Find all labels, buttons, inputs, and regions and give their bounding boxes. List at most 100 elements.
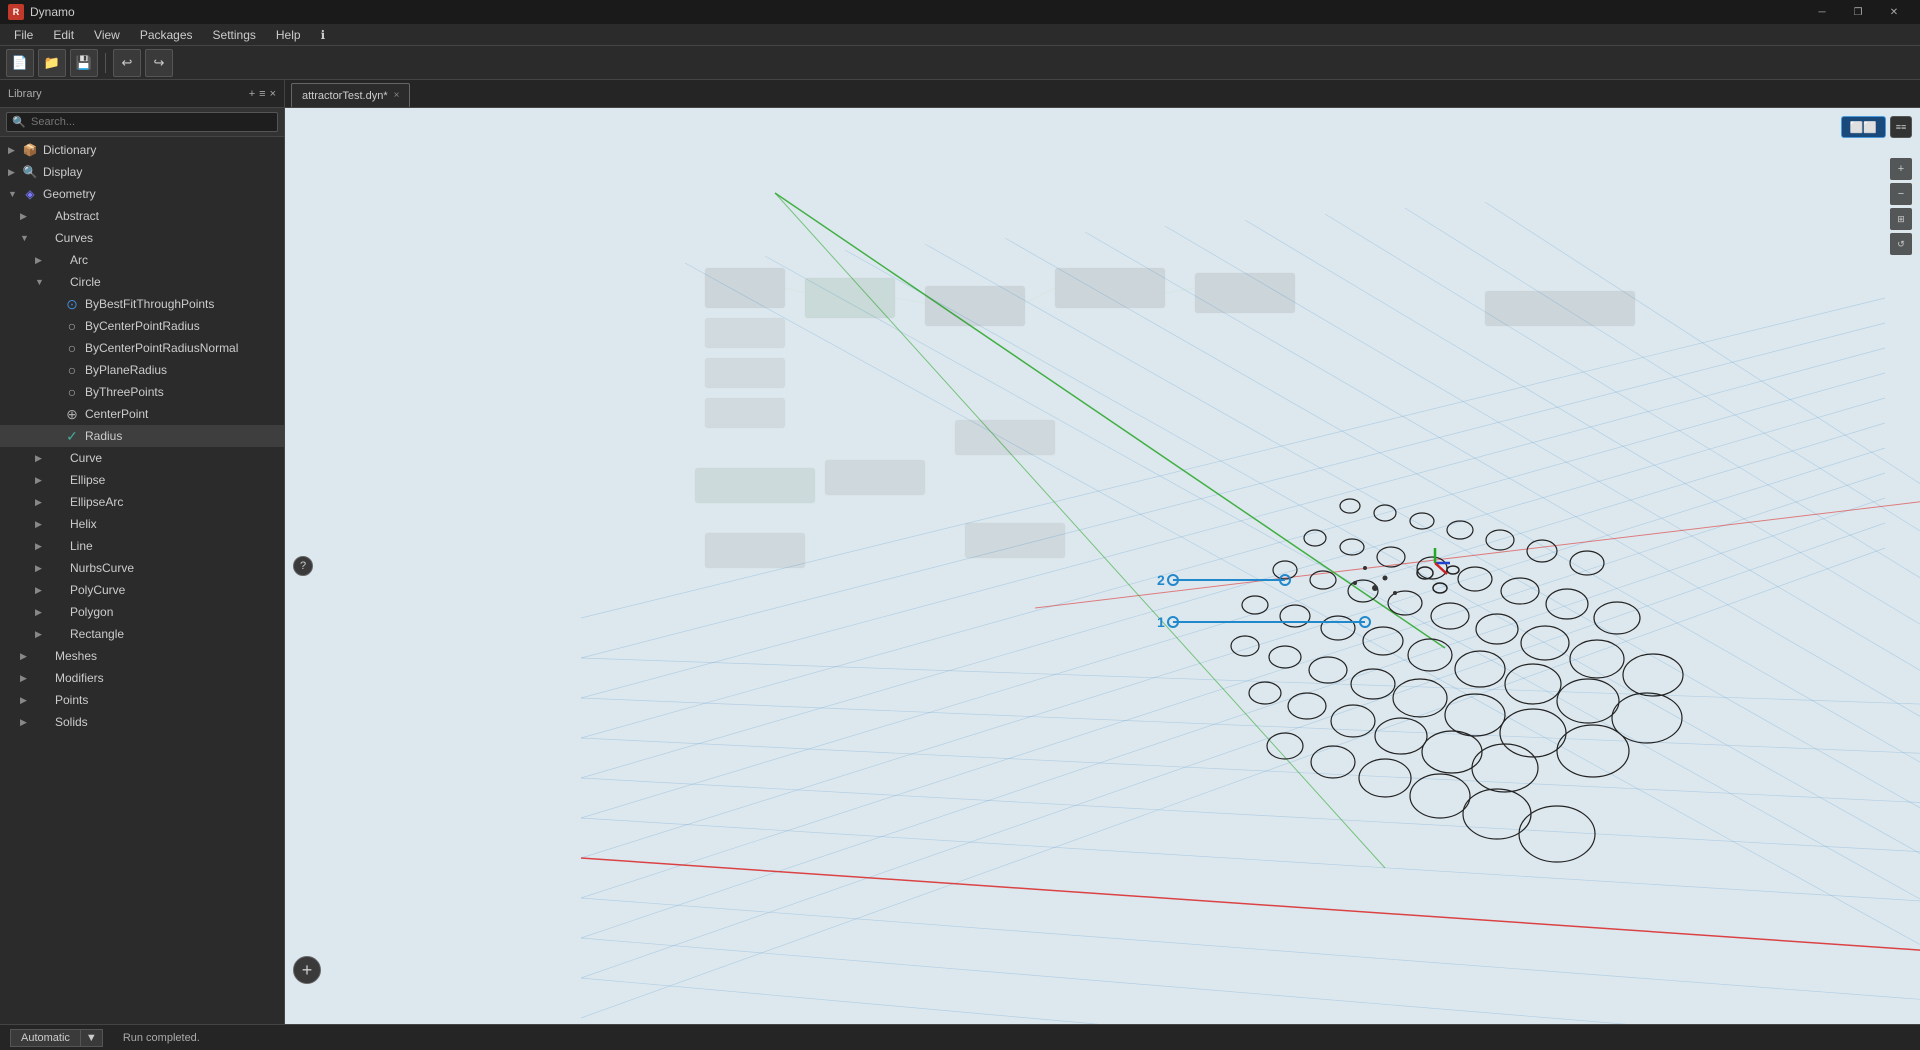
menu-packages[interactable]: Packages	[130, 26, 203, 44]
titlebar: R Dynamo ─ ❐ ✕	[0, 0, 1920, 24]
tree-label-rectangle: Rectangle	[70, 627, 124, 641]
tree-item-solids[interactable]: ▶ Solids	[0, 711, 284, 733]
menu-edit[interactable]: Edit	[43, 26, 84, 44]
tree-item-circle[interactable]: ▼ Circle	[0, 271, 284, 293]
arrow-icon: ▼	[35, 277, 47, 287]
method-icon: ○	[64, 340, 80, 356]
rotate-view-button[interactable]: ↺	[1890, 233, 1912, 255]
arrow-icon: ▶	[20, 673, 32, 684]
tree-item-bybfit[interactable]: ⊙ ByBestFitThroughPoints	[0, 293, 284, 315]
tree-item-line[interactable]: ▶ Line	[0, 535, 284, 557]
circle-icon	[49, 274, 65, 290]
tree-item-radius[interactable]: ✓ Radius	[0, 425, 284, 447]
tree-label-display: Display	[43, 165, 82, 179]
tree-label-meshes: Meshes	[55, 649, 97, 663]
tree-label-bybfit: ByBestFitThroughPoints	[85, 297, 214, 311]
tree-label-polycurve: PolyCurve	[70, 583, 125, 597]
run-status: Run completed.	[123, 1032, 200, 1044]
save-button[interactable]: 💾	[70, 49, 98, 77]
tree-item-polygon[interactable]: ▶ Polygon	[0, 601, 284, 623]
tree-item-nurbscurve[interactable]: ▶ NurbsCurve	[0, 557, 284, 579]
arrow-icon: ▶	[35, 629, 47, 640]
run-mode-button[interactable]: Automatic	[10, 1029, 80, 1047]
prop-selected-icon: ✓	[64, 428, 80, 444]
window-controls: ─ ❐ ✕	[1804, 0, 1912, 24]
menubar: File Edit View Packages Settings Help ℹ	[0, 24, 1920, 46]
run-mode-dropdown[interactable]: ▼	[80, 1029, 103, 1047]
redo-button[interactable]: ↪	[145, 49, 173, 77]
tree-item-ellipse[interactable]: ▶ Ellipse	[0, 469, 284, 491]
tree-item-curves[interactable]: ▼ Curves	[0, 227, 284, 249]
tree-item-polycurve[interactable]: ▶ PolyCurve	[0, 579, 284, 601]
menu-info[interactable]: ℹ	[311, 26, 336, 44]
polygon-icon	[49, 604, 65, 620]
tab-attractor[interactable]: attractorTest.dyn* ×	[291, 83, 410, 107]
tree-item-abstract[interactable]: ▶ Abstract	[0, 205, 284, 227]
tree-item-dictionary[interactable]: ▶ 📦 Dictionary	[0, 139, 284, 161]
close-button[interactable]: ✕	[1876, 0, 1912, 24]
new-button[interactable]: 📄	[6, 49, 34, 77]
method-icon: ○	[64, 384, 80, 400]
nurbs-icon	[49, 560, 65, 576]
tree-item-bycpr[interactable]: ○ ByCenterPointRadius	[0, 315, 284, 337]
lib-menu-btn[interactable]: ≡	[259, 88, 265, 100]
open-button[interactable]: 📁	[38, 49, 66, 77]
tree-item-ellipsearc[interactable]: ▶ EllipseArc	[0, 491, 284, 513]
modifiers-icon	[34, 670, 50, 686]
statusbar: Automatic ▼ Run completed.	[0, 1024, 1920, 1050]
tree-item-modifiers[interactable]: ▶ Modifiers	[0, 667, 284, 689]
arc-icon	[49, 252, 65, 268]
canvas-area[interactable]: 1 2	[285, 108, 1920, 1024]
dict-icon: 📦	[22, 142, 38, 158]
tree-item-centerpoint[interactable]: ⊕ CenterPoint	[0, 403, 284, 425]
abstract-icon	[34, 208, 50, 224]
help-button[interactable]: ?	[293, 556, 313, 576]
tree-item-arc[interactable]: ▶ Arc	[0, 249, 284, 271]
tree-label-centerpoint: CenterPoint	[85, 407, 148, 421]
menu-help[interactable]: Help	[266, 26, 311, 44]
tree-item-bypr[interactable]: ○ ByPlaneRadius	[0, 359, 284, 381]
toolbar-separator	[105, 53, 106, 73]
tree-item-helix[interactable]: ▶ Helix	[0, 513, 284, 535]
tree-item-bytp[interactable]: ○ ByThreePoints	[0, 381, 284, 403]
tree-item-points[interactable]: ▶ Points	[0, 689, 284, 711]
zoom-out-button[interactable]: −	[1890, 183, 1912, 205]
tree-item-display[interactable]: ▶ 🔍 Display	[0, 161, 284, 183]
display-icon: 🔍	[22, 164, 38, 180]
zoom-in-button[interactable]: +	[1890, 158, 1912, 180]
viewport-toolbar: ⬜⬜ ≡≡	[1841, 116, 1912, 138]
menu-settings[interactable]: Settings	[203, 26, 266, 44]
svg-text:2: 2	[1157, 572, 1165, 588]
run-controls: Automatic ▼	[10, 1029, 103, 1047]
svg-text:1: 1	[1157, 614, 1165, 630]
tree-item-meshes[interactable]: ▶ Meshes	[0, 645, 284, 667]
search-input[interactable]	[6, 112, 278, 132]
add-node-button[interactable]: +	[293, 956, 321, 984]
tree-label-solids: Solids	[55, 715, 88, 729]
fit-view-button[interactable]: ⊞	[1890, 208, 1912, 230]
tree-item-rectangle[interactable]: ▶ Rectangle	[0, 623, 284, 645]
tab-close-button[interactable]: ×	[394, 90, 400, 101]
helix-icon	[49, 516, 65, 532]
view3d-button[interactable]: ⬜⬜	[1841, 116, 1886, 138]
view2d-button[interactable]: ≡≡	[1890, 116, 1912, 138]
line-icon	[49, 538, 65, 554]
restore-button[interactable]: ❐	[1840, 0, 1876, 24]
lib-add-btn[interactable]: +	[249, 88, 255, 100]
minimize-button[interactable]: ─	[1804, 0, 1840, 24]
menu-view[interactable]: View	[84, 26, 130, 44]
tree-label-points: Points	[55, 693, 88, 707]
view3d-icon: ⬜⬜	[1850, 121, 1877, 134]
menu-file[interactable]: File	[4, 26, 43, 44]
tree-label-ellipsearc: EllipseArc	[70, 495, 123, 509]
tree-label-arc: Arc	[70, 253, 88, 267]
tree-label-modifiers: Modifiers	[55, 671, 104, 685]
tree-item-curve[interactable]: ▶ Curve	[0, 447, 284, 469]
lib-collapse-btn[interactable]: ×	[270, 88, 276, 100]
arrow-icon: ▶	[20, 651, 32, 662]
tree-item-bycprn[interactable]: ○ ByCenterPointRadiusNormal	[0, 337, 284, 359]
undo-button[interactable]: ↩	[113, 49, 141, 77]
rect-icon	[49, 626, 65, 642]
tree-item-geometry[interactable]: ▼ ◈ Geometry	[0, 183, 284, 205]
library-tree: ▶ 📦 Dictionary ▶ 🔍 Display ▼ ◈ Geometry …	[0, 137, 284, 1024]
